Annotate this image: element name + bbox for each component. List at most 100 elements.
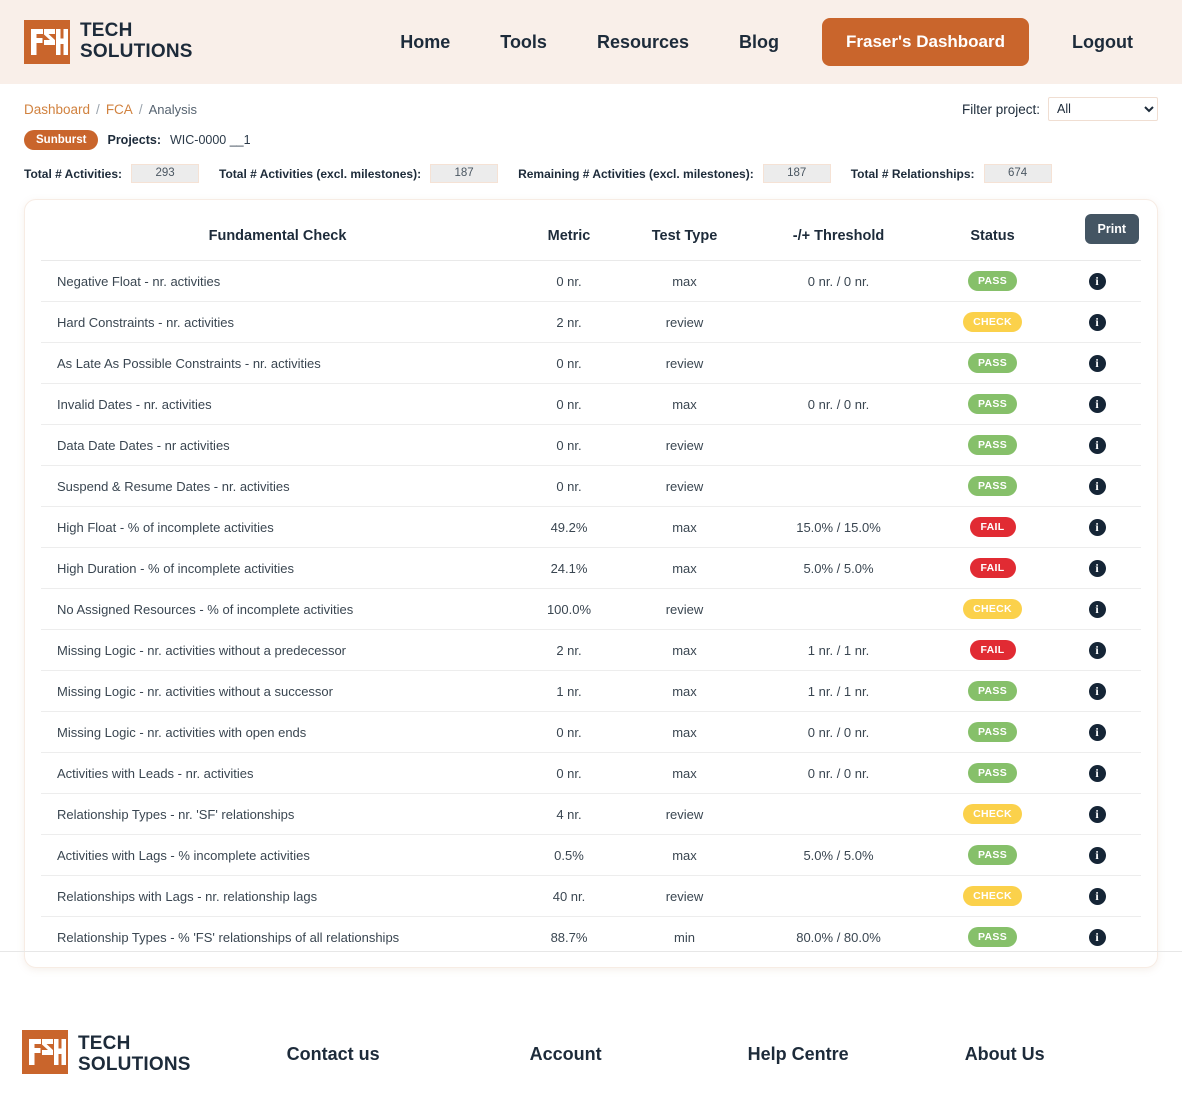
cell-info: i <box>1053 507 1141 548</box>
footer-link-contact-us[interactable]: Contact us <box>287 1044 380 1065</box>
brand-logo[interactable]: TECH SOLUTIONS <box>24 20 193 64</box>
cell-fundamental-check: High Float - % of incomplete activities <box>41 507 514 548</box>
status-badge[interactable]: PASS <box>968 435 1017 455</box>
status-badge[interactable]: FAIL <box>970 517 1016 537</box>
cell-status: PASS <box>932 343 1053 384</box>
status-badge[interactable]: PASS <box>968 763 1017 783</box>
footer-brand-line-1: TECH <box>78 1033 131 1054</box>
cell-status: PASS <box>932 753 1053 794</box>
nav-home[interactable]: Home <box>375 32 475 53</box>
status-badge[interactable]: FAIL <box>970 640 1016 660</box>
status-badge[interactable]: CHECK <box>963 312 1022 332</box>
cell-test-type: max <box>624 384 745 425</box>
footer-link-about-us[interactable]: About Us <box>965 1044 1045 1065</box>
info-icon[interactable]: i <box>1089 314 1106 331</box>
info-icon[interactable]: i <box>1089 478 1106 495</box>
cell-metric: 0.5% <box>514 835 624 876</box>
table-row: Data Date Dates - nr activities0 nr.revi… <box>41 425 1141 466</box>
cell-info: i <box>1053 302 1141 343</box>
cell-test-type: review <box>624 343 745 384</box>
cell-metric: 4 nr. <box>514 794 624 835</box>
info-icon[interactable]: i <box>1089 273 1106 290</box>
cell-test-type: max <box>624 507 745 548</box>
info-icon[interactable]: i <box>1089 396 1106 413</box>
status-badge[interactable]: PASS <box>968 681 1017 701</box>
stat-total-relationships-label: Total # Relationships: <box>851 167 975 181</box>
info-icon[interactable]: i <box>1089 888 1106 905</box>
status-badge[interactable]: PASS <box>968 722 1017 742</box>
table-row: Missing Logic - nr. activities without a… <box>41 671 1141 712</box>
subheader: Dashboard / FCA / Analysis Filter projec… <box>0 84 1182 183</box>
cell-fundamental-check: Missing Logic - nr. activities with open… <box>41 712 514 753</box>
cell-status: CHECK <box>932 794 1053 835</box>
cell-info: i <box>1053 876 1141 917</box>
status-badge[interactable]: PASS <box>968 927 1017 947</box>
cell-metric: 100.0% <box>514 589 624 630</box>
info-icon[interactable]: i <box>1089 724 1106 741</box>
cell-fundamental-check: Activities with Lags - % incomplete acti… <box>41 835 514 876</box>
nav-tools[interactable]: Tools <box>475 32 572 53</box>
info-icon[interactable]: i <box>1089 806 1106 823</box>
info-icon[interactable]: i <box>1089 519 1106 536</box>
breadcrumb-fca[interactable]: FCA <box>106 102 133 117</box>
cell-threshold: 0 nr. / 0 nr. <box>745 753 932 794</box>
footer-link-help-centre[interactable]: Help Centre <box>748 1044 849 1065</box>
info-icon[interactable]: i <box>1089 683 1106 700</box>
status-badge[interactable]: PASS <box>968 353 1017 373</box>
site-header: TECH SOLUTIONS Home Tools Resources Blog… <box>0 0 1182 84</box>
cell-threshold <box>745 876 932 917</box>
cell-info: i <box>1053 835 1141 876</box>
cell-status: CHECK <box>932 302 1053 343</box>
info-icon[interactable]: i <box>1089 642 1106 659</box>
cell-threshold <box>745 302 932 343</box>
cell-info: i <box>1053 343 1141 384</box>
filter-project-select[interactable]: All <box>1048 97 1158 121</box>
info-icon[interactable]: i <box>1089 560 1106 577</box>
status-badge[interactable]: CHECK <box>963 804 1022 824</box>
info-icon[interactable]: i <box>1089 929 1106 946</box>
info-icon[interactable]: i <box>1089 355 1106 372</box>
sunburst-badge[interactable]: Sunburst <box>24 130 98 150</box>
cell-fundamental-check: Data Date Dates - nr activities <box>41 425 514 466</box>
status-badge[interactable]: PASS <box>968 271 1017 291</box>
breadcrumb-dashboard[interactable]: Dashboard <box>24 102 90 117</box>
table-row: No Assigned Resources - % of incomplete … <box>41 589 1141 630</box>
status-badge[interactable]: CHECK <box>963 599 1022 619</box>
cell-info: i <box>1053 712 1141 753</box>
footer-brand-logo[interactable]: TECH SOLUTIONS <box>22 1030 191 1079</box>
nav-blog[interactable]: Blog <box>714 32 804 53</box>
footer-links: Contact us Account Help Centre About Us <box>287 1044 1045 1065</box>
stat-total-activities-excl-milestones-value: 187 <box>430 164 498 183</box>
cell-fundamental-check: Relationships with Lags - nr. relationsh… <box>41 876 514 917</box>
nav-logout[interactable]: Logout <box>1047 32 1158 53</box>
fraser-dashboard-button[interactable]: Fraser's Dashboard <box>822 18 1029 66</box>
cell-metric: 0 nr. <box>514 384 624 425</box>
table-row: Missing Logic - nr. activities without a… <box>41 630 1141 671</box>
status-badge[interactable]: PASS <box>968 476 1017 496</box>
cell-test-type: review <box>624 589 745 630</box>
status-badge[interactable]: PASS <box>968 394 1017 414</box>
cell-test-type: max <box>624 548 745 589</box>
table-row: Suspend & Resume Dates - nr. activities0… <box>41 466 1141 507</box>
cell-info: i <box>1053 548 1141 589</box>
nav-resources[interactable]: Resources <box>572 32 714 53</box>
cell-info: i <box>1053 466 1141 507</box>
info-icon[interactable]: i <box>1089 765 1106 782</box>
cell-threshold: 1 nr. / 1 nr. <box>745 630 932 671</box>
footer-link-account[interactable]: Account <box>530 1044 602 1065</box>
info-icon[interactable]: i <box>1089 847 1106 864</box>
status-badge[interactable]: CHECK <box>963 886 1022 906</box>
column-header-fundamental-check: Fundamental Check <box>41 214 514 261</box>
info-icon[interactable]: i <box>1089 437 1106 454</box>
print-button[interactable]: Print <box>1085 214 1139 244</box>
stat-total-activities: Total # Activities: 293 <box>24 164 199 183</box>
info-icon[interactable]: i <box>1089 601 1106 618</box>
fundamental-check-card: Print Fundamental Check Metric Test Type… <box>24 199 1158 968</box>
cell-threshold <box>745 425 932 466</box>
cell-threshold: 0 nr. / 0 nr. <box>745 261 932 302</box>
cell-threshold: 5.0% / 5.0% <box>745 548 932 589</box>
cell-threshold <box>745 466 932 507</box>
status-badge[interactable]: PASS <box>968 845 1017 865</box>
status-badge[interactable]: FAIL <box>970 558 1016 578</box>
cell-status: FAIL <box>932 548 1053 589</box>
